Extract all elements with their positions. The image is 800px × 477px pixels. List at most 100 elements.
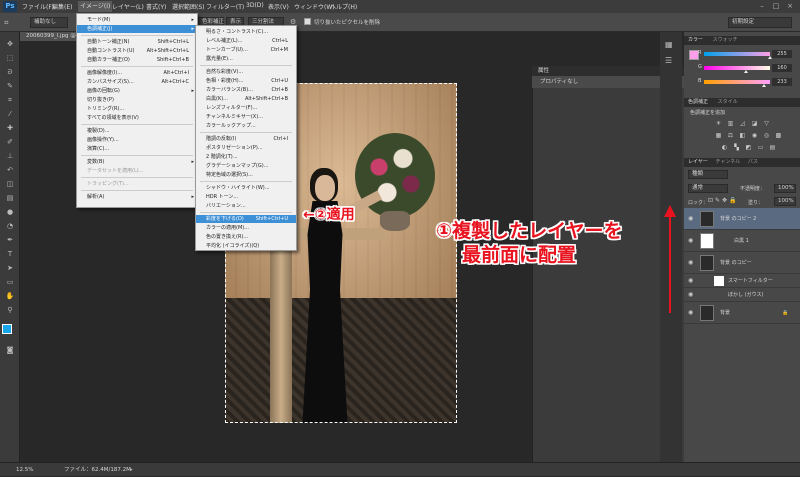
status-arrow-icon[interactable]: ▸ bbox=[130, 463, 133, 477]
eye-icon[interactable]: ◉ bbox=[688, 208, 693, 230]
smart-filter-row[interactable]: ◉ スマートフィルター bbox=[684, 274, 800, 288]
image-menu-item[interactable]: モード(M) ▸ bbox=[77, 16, 197, 24]
image-menu-item[interactable]: カンバスサイズ(S)... Alt+Ctrl+C bbox=[77, 78, 197, 86]
color-panel-tabs[interactable]: カラー スウォッチ bbox=[684, 36, 800, 45]
eye-icon[interactable]: ◉ bbox=[688, 274, 693, 288]
menu-window[interactable]: ウィンドウ(W) bbox=[294, 2, 335, 11]
eyedropper-tool-icon[interactable]: ⁄ bbox=[3, 108, 17, 120]
vibrance-icon[interactable]: ▽ bbox=[762, 120, 771, 128]
history-icon[interactable]: ▦ bbox=[665, 40, 673, 49]
adjust-menu-item[interactable]: ポスタリゼーション(P)... bbox=[196, 144, 296, 152]
history-brush-icon[interactable]: ↶ bbox=[3, 164, 17, 176]
type-tool-icon[interactable]: T bbox=[3, 248, 17, 260]
bw-icon[interactable]: ◧ bbox=[738, 132, 747, 140]
image-menu-item[interactable]: 自動トーン補正(N) Shift+Ctrl+L bbox=[77, 38, 197, 46]
color-slider[interactable] bbox=[704, 66, 770, 70]
brightness-icon[interactable]: ☀ bbox=[714, 120, 723, 128]
image-menu-item[interactable]: 色調補正(J) ▸ bbox=[77, 25, 197, 33]
gradient-map-icon[interactable]: ▭ bbox=[756, 144, 765, 152]
healing-tool-icon[interactable]: ✚ bbox=[3, 122, 17, 134]
tab-paths[interactable]: パス bbox=[748, 159, 758, 165]
crop-tool-icon[interactable]: ⌗ bbox=[3, 94, 17, 106]
layer-row-background[interactable]: ◉ 背景 🔒 bbox=[684, 302, 800, 324]
adjust-menu-item[interactable]: チャンネルミキサー(X)... bbox=[196, 113, 296, 121]
maximize-icon[interactable]: □ bbox=[770, 2, 782, 11]
adjust-menu-item[interactable]: 2 階調化(T)... bbox=[196, 153, 296, 161]
posterize-icon[interactable]: ▚ bbox=[732, 144, 741, 152]
adjust-menu-item[interactable]: 露光量(E)... bbox=[196, 55, 296, 63]
image-menu-item[interactable]: トリミング(R)... bbox=[77, 105, 197, 113]
foreground-color-swatch[interactable] bbox=[2, 324, 12, 334]
adjust-menu-item[interactable]: 階調の反転(I) Ctrl+I bbox=[196, 135, 296, 143]
curves-icon[interactable]: ◿ bbox=[738, 120, 747, 128]
threshold-icon[interactable]: ◩ bbox=[744, 144, 753, 152]
gaussian-blur-row[interactable]: ◉ ぼかし (ガウス) bbox=[684, 288, 800, 302]
zoom-tool-icon[interactable]: ⚲ bbox=[3, 304, 17, 316]
hand-tool-icon[interactable]: ✋ bbox=[3, 290, 17, 302]
adjust-menu-item[interactable]: トーンカーブ(U)... Ctrl+M bbox=[196, 46, 296, 54]
adjust-menu-item[interactable]: 色の置き換え(R)... bbox=[196, 233, 296, 241]
marquee-tool-icon[interactable]: ⬚ bbox=[3, 52, 17, 64]
quick-mask-icon[interactable]: ◙ bbox=[3, 344, 17, 356]
workspace-select[interactable]: 初期設定 bbox=[728, 17, 792, 28]
move-tool-icon[interactable]: ✥ bbox=[3, 38, 17, 50]
menu-3d[interactable]: 3D(D) bbox=[246, 2, 264, 9]
menu-filter[interactable]: フィルター(T) bbox=[206, 2, 244, 11]
menu-file[interactable]: ファイル(F) bbox=[22, 2, 54, 11]
adjust-menu-item[interactable]: 色相・彩度(H)... Ctrl+U bbox=[196, 77, 296, 85]
tab-layers[interactable]: レイヤー bbox=[688, 159, 708, 165]
adjust-menu-item[interactable]: バリエーション... bbox=[196, 202, 296, 210]
eye-icon[interactable]: ◉ bbox=[688, 252, 693, 274]
image-menu-item[interactable]: 自動カラー補正(O) Shift+Ctrl+B bbox=[77, 56, 197, 64]
dodge-tool-icon[interactable]: ◔ bbox=[3, 220, 17, 232]
adjust-menu-item[interactable]: シャドウ・ハイライト(W)... bbox=[196, 184, 296, 192]
brush-tool-icon[interactable]: ✐ bbox=[3, 136, 17, 148]
ratio-select[interactable]: 補助なし bbox=[30, 17, 68, 28]
color-slider[interactable] bbox=[704, 52, 770, 56]
tab-adjustments[interactable]: 色調補正 bbox=[688, 99, 708, 105]
image-menu-item[interactable]: 演算(C)... bbox=[77, 145, 197, 153]
adjust-menu-item[interactable]: カラーバランス(B)... Ctrl+B bbox=[196, 86, 296, 94]
menu-help[interactable]: ヘルプ(H) bbox=[330, 2, 357, 11]
menu-layer[interactable]: レイヤー(L) bbox=[112, 2, 144, 11]
adjust-menu-item[interactable]: 特定色域の選択(S)... bbox=[196, 171, 296, 179]
exposure-icon[interactable]: ◪ bbox=[750, 120, 759, 128]
file-info[interactable]: ファイル：62.4M/187.2M bbox=[64, 463, 131, 477]
image-menu-item[interactable]: 複製(D)... bbox=[77, 127, 197, 135]
layer-row-bw[interactable]: ◉ 白黒 1 bbox=[684, 230, 800, 252]
adjust-menu-item[interactable]: カラールックアップ... bbox=[196, 122, 296, 130]
image-menu-item[interactable]: 変数(B) ▸ bbox=[77, 158, 197, 166]
slider-thumb[interactable] bbox=[762, 84, 767, 87]
image-menu-item[interactable]: 切り抜き(P) bbox=[77, 96, 197, 104]
adjust-menu-item[interactable]: HDR トーン... bbox=[196, 193, 296, 201]
shape-tool-icon[interactable]: ▭ bbox=[3, 276, 17, 288]
adjust-menu-item[interactable]: レベル補正(L)... Ctrl+L bbox=[196, 37, 296, 45]
adjust-menu-item[interactable]: グラデーションマップ(G)... bbox=[196, 162, 296, 170]
image-menu-item[interactable]: トラッピング(T)... bbox=[77, 180, 197, 188]
selective-color-icon[interactable]: ▤ bbox=[768, 144, 777, 152]
adjust-menu-item[interactable]: 明るさ・コントラスト(C)... bbox=[196, 28, 296, 36]
menu-image[interactable]: イメージ(I) bbox=[78, 1, 113, 12]
layer-row-copy[interactable]: ◉ 背景 のコピー bbox=[684, 252, 800, 274]
adjust-menu-item[interactable]: 白黒(K)... Alt+Shift+Ctrl+B bbox=[196, 95, 296, 103]
slider-thumb[interactable] bbox=[743, 70, 748, 73]
balance-icon[interactable]: ⚖ bbox=[726, 132, 735, 140]
tab-channels[interactable]: チャンネル bbox=[715, 159, 740, 165]
crop-tool-icon[interactable]: ⌗ bbox=[4, 17, 16, 28]
photo-filter-icon[interactable]: ◉ bbox=[750, 132, 759, 140]
image-menu-item[interactable]: すべての領域を表示(V) bbox=[77, 114, 197, 122]
eye-icon[interactable]: ◉ bbox=[688, 302, 693, 324]
adjust-panel-tabs[interactable]: 色調補正 スタイル bbox=[684, 98, 800, 107]
invert-icon[interactable]: ◐ bbox=[720, 144, 729, 152]
opacity-input[interactable]: 100% bbox=[774, 184, 796, 193]
adjust-menu-item[interactable]: 自然な彩度(V)... bbox=[196, 68, 296, 76]
fill-input[interactable]: 100% bbox=[774, 197, 796, 206]
lock-icons[interactable]: ⊡✎✥🔒 bbox=[708, 197, 739, 204]
adjust-menu-item[interactable]: 彩度を下げる(D) Shift+Ctrl+U bbox=[196, 215, 296, 223]
adjust-menu-item[interactable]: レンズフィルター(F)... bbox=[196, 104, 296, 112]
menu-select[interactable]: 選択範囲(S) bbox=[172, 2, 205, 11]
levels-icon[interactable]: ▥ bbox=[726, 120, 735, 128]
pen-tool-icon[interactable]: ✒ bbox=[3, 234, 17, 246]
blur-tool-icon[interactable]: ● bbox=[3, 206, 17, 218]
hue-icon[interactable]: ▦ bbox=[714, 132, 723, 140]
